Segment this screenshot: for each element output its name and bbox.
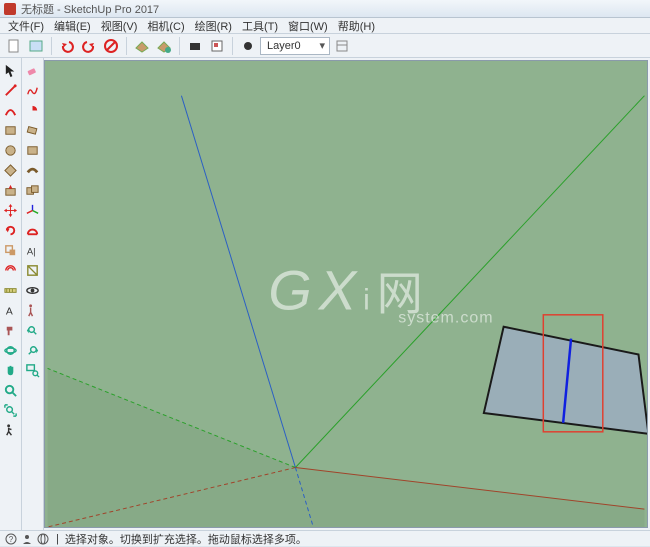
app-icon <box>4 3 16 15</box>
menu-view[interactable]: 视图(V) <box>97 18 142 34</box>
tool-column-1: A <box>0 58 22 530</box>
statusbar: ? | 选择对象。切换到扩充选择。拖动鼠标选择多项。 <box>0 530 650 546</box>
separator <box>179 37 180 55</box>
model-info-button[interactable] <box>132 36 152 56</box>
scale-tool[interactable] <box>2 241 20 259</box>
extension-button[interactable] <box>185 36 205 56</box>
pan-tool[interactable] <box>2 361 20 379</box>
status-message: 选择对象。切换到扩充选择。拖动鼠标选择多项。 <box>65 531 307 547</box>
zoom-window-tool[interactable] <box>24 361 42 379</box>
user-icon[interactable] <box>20 532 34 546</box>
zoom-tool[interactable] <box>2 381 20 399</box>
undo-button[interactable] <box>57 36 77 56</box>
cancel-button[interactable] <box>101 36 121 56</box>
window-title: 无标题 - SketchUp Pro 2017 <box>21 1 159 17</box>
layout-button[interactable] <box>207 36 227 56</box>
polygon-tool[interactable] <box>2 161 20 179</box>
tool-column-2: A| <box>22 58 44 530</box>
outer-shell-tool[interactable] <box>24 181 42 199</box>
circle-tool[interactable] <box>2 141 20 159</box>
line-tool[interactable] <box>2 81 20 99</box>
layer-manager-button[interactable] <box>332 36 352 56</box>
rotated-rect-tool[interactable] <box>24 121 42 139</box>
pie-tool[interactable] <box>24 101 42 119</box>
separator <box>126 37 127 55</box>
viewport[interactable]: G X i 网 system.com <box>44 60 648 528</box>
previous-view-tool[interactable] <box>24 321 42 339</box>
status-icons: ? <box>4 532 50 546</box>
section-tool[interactable] <box>24 261 42 279</box>
svg-text:?: ? <box>9 535 14 544</box>
help-icon[interactable]: ? <box>4 532 18 546</box>
menubar: 文件(F) 编辑(E) 视图(V) 相机(C) 绘图(R) 工具(T) 窗口(W… <box>0 18 650 34</box>
tape-tool[interactable] <box>2 281 20 299</box>
toolbar-top: Layer0 ▾ <box>0 34 650 58</box>
rectangle-tool[interactable] <box>2 121 20 139</box>
scene-canvas[interactable] <box>45 61 647 527</box>
menu-draw[interactable]: 绘图(R) <box>191 18 236 34</box>
dimension-tool[interactable]: A| <box>24 241 42 259</box>
protractor-tool[interactable] <box>24 221 42 239</box>
lookaround-tool[interactable] <box>24 281 42 299</box>
pushpull-tool[interactable] <box>2 181 20 199</box>
freehand-tool[interactable] <box>24 81 42 99</box>
workarea: A A| G X i 网 system.com <box>0 58 650 530</box>
followme-tool[interactable] <box>24 161 42 179</box>
3dwarehouse-button[interactable] <box>154 36 174 56</box>
arc-tool[interactable] <box>2 101 20 119</box>
zoom-extents-tool[interactable] <box>2 401 20 419</box>
text-tool[interactable]: A <box>2 301 20 319</box>
next-view-tool[interactable] <box>24 341 42 359</box>
select-tool[interactable] <box>2 61 20 79</box>
new-file-button[interactable] <box>4 36 24 56</box>
orbit-tool[interactable] <box>2 341 20 359</box>
separator <box>51 37 52 55</box>
menu-edit[interactable]: 编辑(E) <box>50 18 95 34</box>
walk-tool[interactable] <box>2 421 20 439</box>
position-camera-tool[interactable] <box>24 301 42 319</box>
redo-button[interactable] <box>79 36 99 56</box>
menu-help[interactable]: 帮助(H) <box>334 18 379 34</box>
menu-tools[interactable]: 工具(T) <box>238 18 282 34</box>
3dtext-tool[interactable] <box>24 141 42 159</box>
menu-file[interactable]: 文件(F) <box>4 18 48 34</box>
svg-text:A|: A| <box>27 246 36 256</box>
layer-visible-button[interactable] <box>238 36 258 56</box>
paint-tool[interactable] <box>2 321 20 339</box>
separator <box>232 37 233 55</box>
status-divider: | <box>56 533 59 545</box>
svg-text:A: A <box>6 306 13 317</box>
geo-icon[interactable] <box>36 532 50 546</box>
eraser-tool[interactable] <box>24 61 42 79</box>
menu-window[interactable]: 窗口(W) <box>284 18 332 34</box>
layer-dropdown[interactable]: Layer0 ▾ <box>260 37 330 55</box>
menu-camera[interactable]: 相机(C) <box>143 18 188 34</box>
titlebar: 无标题 - SketchUp Pro 2017 <box>0 0 650 18</box>
axes-tool[interactable] <box>24 201 42 219</box>
chevron-down-icon: ▾ <box>319 39 325 52</box>
component-button[interactable] <box>26 36 46 56</box>
rotate-tool[interactable] <box>2 221 20 239</box>
offset-tool[interactable] <box>2 261 20 279</box>
move-tool[interactable] <box>2 201 20 219</box>
layer-label: Layer0 <box>267 40 301 52</box>
